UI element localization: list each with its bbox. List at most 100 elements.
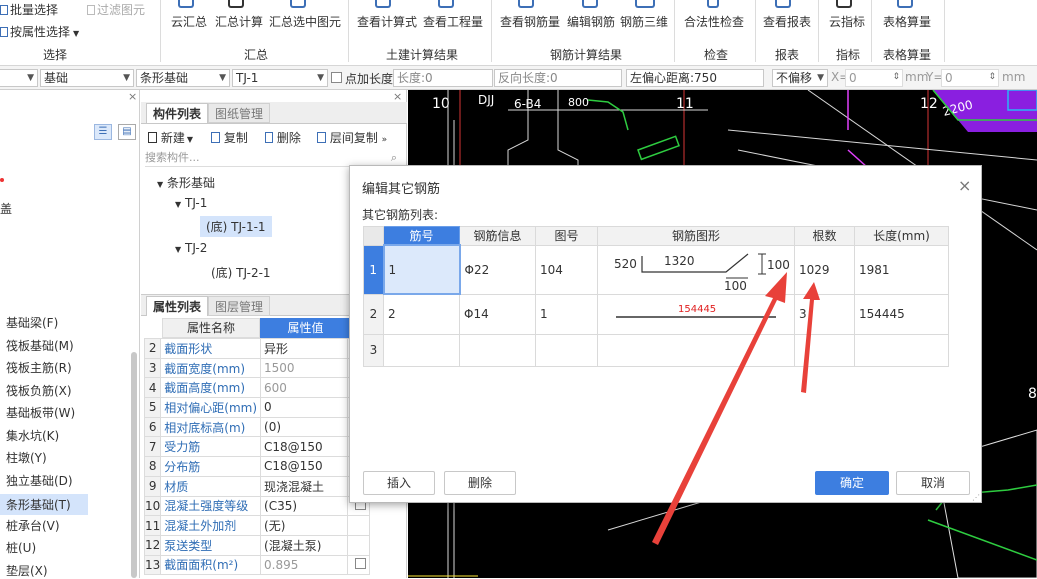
rebar-no-cell[interactable]: 2 bbox=[383, 293, 460, 335]
nav-item[interactable]: 筏板基础(M) bbox=[6, 337, 74, 354]
component-dropdown[interactable]: TJ-1 ▼ bbox=[232, 69, 328, 87]
nav-item[interactable]: 桩(U) bbox=[6, 539, 36, 556]
property-value[interactable]: 0 bbox=[260, 397, 349, 418]
property-value[interactable]: C18@150 bbox=[260, 456, 349, 477]
property-row[interactable]: 2 截面形状 异形 bbox=[143, 338, 371, 359]
view-rebar-qty-button[interactable]: 查看钢筋量 bbox=[500, 13, 560, 30]
edit-rebar-button[interactable]: 编辑钢筋 bbox=[567, 13, 615, 30]
x-input[interactable]: 0 ⇕ bbox=[845, 69, 903, 87]
property-value[interactable]: 现浇混凝土 bbox=[260, 475, 349, 497]
property-value[interactable]: 600 bbox=[260, 377, 349, 399]
y-input[interactable]: 0 ⇕ bbox=[941, 69, 999, 87]
new-button[interactable]: 新建 ▼ bbox=[148, 129, 193, 146]
property-value[interactable]: (0) bbox=[260, 416, 349, 438]
ok-button[interactable]: 确定 bbox=[815, 471, 889, 495]
floor-dropdown[interactable]: 基础 ▼ bbox=[40, 69, 134, 87]
property-value[interactable]: C18@150 bbox=[260, 436, 349, 458]
nav-item[interactable]: 柱墩(Y) bbox=[6, 449, 47, 466]
property-checkbox[interactable] bbox=[355, 557, 367, 569]
tree-node-tj2[interactable]: ▼ TJ-2 bbox=[175, 241, 207, 255]
property-row[interactable]: 11 混凝土外加剂 (无) bbox=[143, 515, 371, 536]
component-type-dropdown[interactable]: 条形基础 ▼ bbox=[136, 69, 230, 87]
copy-button[interactable]: 复制 bbox=[211, 129, 248, 146]
nav-item[interactable]: 筏板负筋(X) bbox=[6, 382, 72, 399]
property-checkbox-cell[interactable] bbox=[347, 534, 371, 556]
view-report-button[interactable]: 查看报表 bbox=[763, 13, 811, 30]
cloud-summary-button[interactable]: 云汇总 bbox=[171, 13, 207, 30]
nav-item[interactable]: 筏板主筋(R) bbox=[6, 359, 72, 376]
rebar-count-cell[interactable]: 1029 bbox=[794, 244, 855, 295]
property-row[interactable]: 12 泵送类型 (混凝土泵) bbox=[143, 534, 371, 556]
property-value[interactable]: 0.895 bbox=[260, 554, 349, 576]
batch-select-button[interactable]: 批量选择 bbox=[0, 1, 58, 18]
floor-copy-button[interactable]: 层间复制 » bbox=[317, 129, 387, 146]
length-input[interactable]: 长度:0 bbox=[393, 69, 493, 87]
tab-layer-manage[interactable]: 图层管理 bbox=[208, 296, 271, 316]
rebar-count-cell[interactable] bbox=[794, 333, 855, 367]
property-value[interactable]: 异形 bbox=[260, 338, 349, 359]
rebar-row[interactable]: 3 bbox=[363, 333, 949, 367]
nav-item[interactable]: 独立基础(D) bbox=[6, 472, 73, 489]
rebar-count-cell[interactable]: 3 bbox=[794, 293, 855, 335]
rebar-shape-cell[interactable] bbox=[597, 333, 795, 367]
nav-item[interactable]: 垫层(X) bbox=[6, 562, 48, 579]
rebar-figure-no-cell[interactable]: 1 bbox=[535, 293, 598, 335]
nav-item[interactable]: 桩承台(V) bbox=[6, 517, 60, 534]
rebar-shape-cell[interactable]: 520 1320 100 100 bbox=[597, 244, 795, 295]
rebar-length-cell[interactable]: 154445 bbox=[854, 293, 949, 335]
tab-attribute-list[interactable]: 属性列表 bbox=[146, 296, 209, 316]
rebar-shape-cell[interactable]: 154445 bbox=[597, 293, 795, 335]
view-quantity-button[interactable]: 查看工程量 bbox=[423, 13, 483, 30]
cloud-index-button[interactable]: 云指标 bbox=[829, 13, 865, 30]
select-by-attr-button[interactable]: 按属性选择 ▼ bbox=[0, 23, 79, 40]
nav-item[interactable]: 基础梁(F) bbox=[6, 314, 58, 331]
nav-item-selected[interactable]: 条形基础(T) bbox=[0, 494, 88, 515]
view-formula-button[interactable]: 查看计算式 bbox=[357, 13, 417, 30]
rebar-length-cell[interactable] bbox=[854, 333, 949, 367]
close-icon[interactable]: × bbox=[128, 90, 137, 103]
left-offset-input[interactable]: 左偏心距离:750 bbox=[626, 69, 764, 87]
tree-node-tj1-1-selected[interactable]: (底) TJ-1-1 bbox=[200, 216, 272, 237]
rebar-figure-no-cell[interactable] bbox=[535, 333, 598, 367]
nav-scrollbar[interactable] bbox=[131, 352, 137, 578]
dialog-close-icon[interactable]: × bbox=[958, 176, 971, 195]
insert-button[interactable]: 插入 bbox=[363, 471, 435, 495]
table-calc-button[interactable]: 表格算量 bbox=[883, 13, 931, 30]
property-value[interactable]: (C35) bbox=[260, 495, 349, 517]
point-length-checkbox[interactable] bbox=[331, 72, 342, 83]
property-row[interactable]: 5 相对偏心距(mm) 0 bbox=[143, 397, 371, 418]
property-checkbox-cell[interactable] bbox=[347, 515, 371, 536]
tree-node-tj2-1[interactable]: (底) TJ-2-1 bbox=[211, 264, 271, 281]
rebar-info-cell[interactable] bbox=[459, 333, 536, 367]
property-row[interactable]: 4 截面高度(mm) 600 bbox=[143, 377, 371, 399]
resize-grip-icon[interactable]: ⋰ bbox=[972, 493, 980, 502]
delete-row-button[interactable]: 删除 bbox=[444, 471, 516, 495]
rebar-3d-button[interactable]: 钢筋三维 bbox=[620, 13, 668, 30]
property-value[interactable]: (混凝土泵) bbox=[260, 534, 349, 556]
property-value[interactable]: (无) bbox=[260, 515, 349, 536]
property-row[interactable]: 13 截面面积(m²) 0.895 bbox=[143, 554, 371, 576]
filter-select-button[interactable]: 过滤图元 bbox=[87, 1, 145, 18]
floor-partial-dropdown[interactable]: ▼ bbox=[0, 69, 38, 87]
rebar-figure-no-cell[interactable]: 104 bbox=[535, 244, 598, 295]
rebar-info-cell[interactable]: Φ22 bbox=[459, 244, 536, 295]
rebar-row[interactable]: 2 2 Φ14 1 154445 3 154445 bbox=[363, 293, 949, 335]
list-view-icon[interactable]: ☰ bbox=[94, 124, 112, 140]
property-value[interactable]: 1500 bbox=[260, 357, 349, 379]
legality-check-button[interactable]: 合法性检查 bbox=[684, 13, 744, 30]
offset-mode-dropdown[interactable]: 不偏移 ▼ bbox=[772, 69, 828, 87]
tab-drawing-manage[interactable]: 图纸管理 bbox=[208, 103, 271, 123]
tab-component-list[interactable]: 构件列表 bbox=[146, 103, 209, 123]
summary-selected-button[interactable]: 汇总选中图元 bbox=[269, 13, 341, 30]
property-row[interactable]: 10 混凝土强度等级 (C35) bbox=[143, 495, 371, 517]
cancel-button[interactable]: 取消 bbox=[896, 471, 970, 495]
delete-button[interactable]: 删除 bbox=[265, 129, 301, 146]
property-row[interactable]: 3 截面宽度(mm) 1500 bbox=[143, 357, 371, 379]
tree-root[interactable]: ▼ 条形基础 bbox=[157, 174, 215, 191]
rebar-info-cell[interactable]: Φ14 bbox=[459, 293, 536, 335]
nav-item[interactable]: 集水坑(K) bbox=[6, 427, 59, 444]
detail-view-icon[interactable]: ▤ bbox=[118, 124, 136, 140]
property-row[interactable]: 6 相对底标高(m) (0) bbox=[143, 416, 371, 438]
nav-item[interactable]: 基础板带(W) bbox=[6, 404, 75, 421]
summary-calc-button[interactable]: 汇总计算 bbox=[215, 13, 263, 30]
